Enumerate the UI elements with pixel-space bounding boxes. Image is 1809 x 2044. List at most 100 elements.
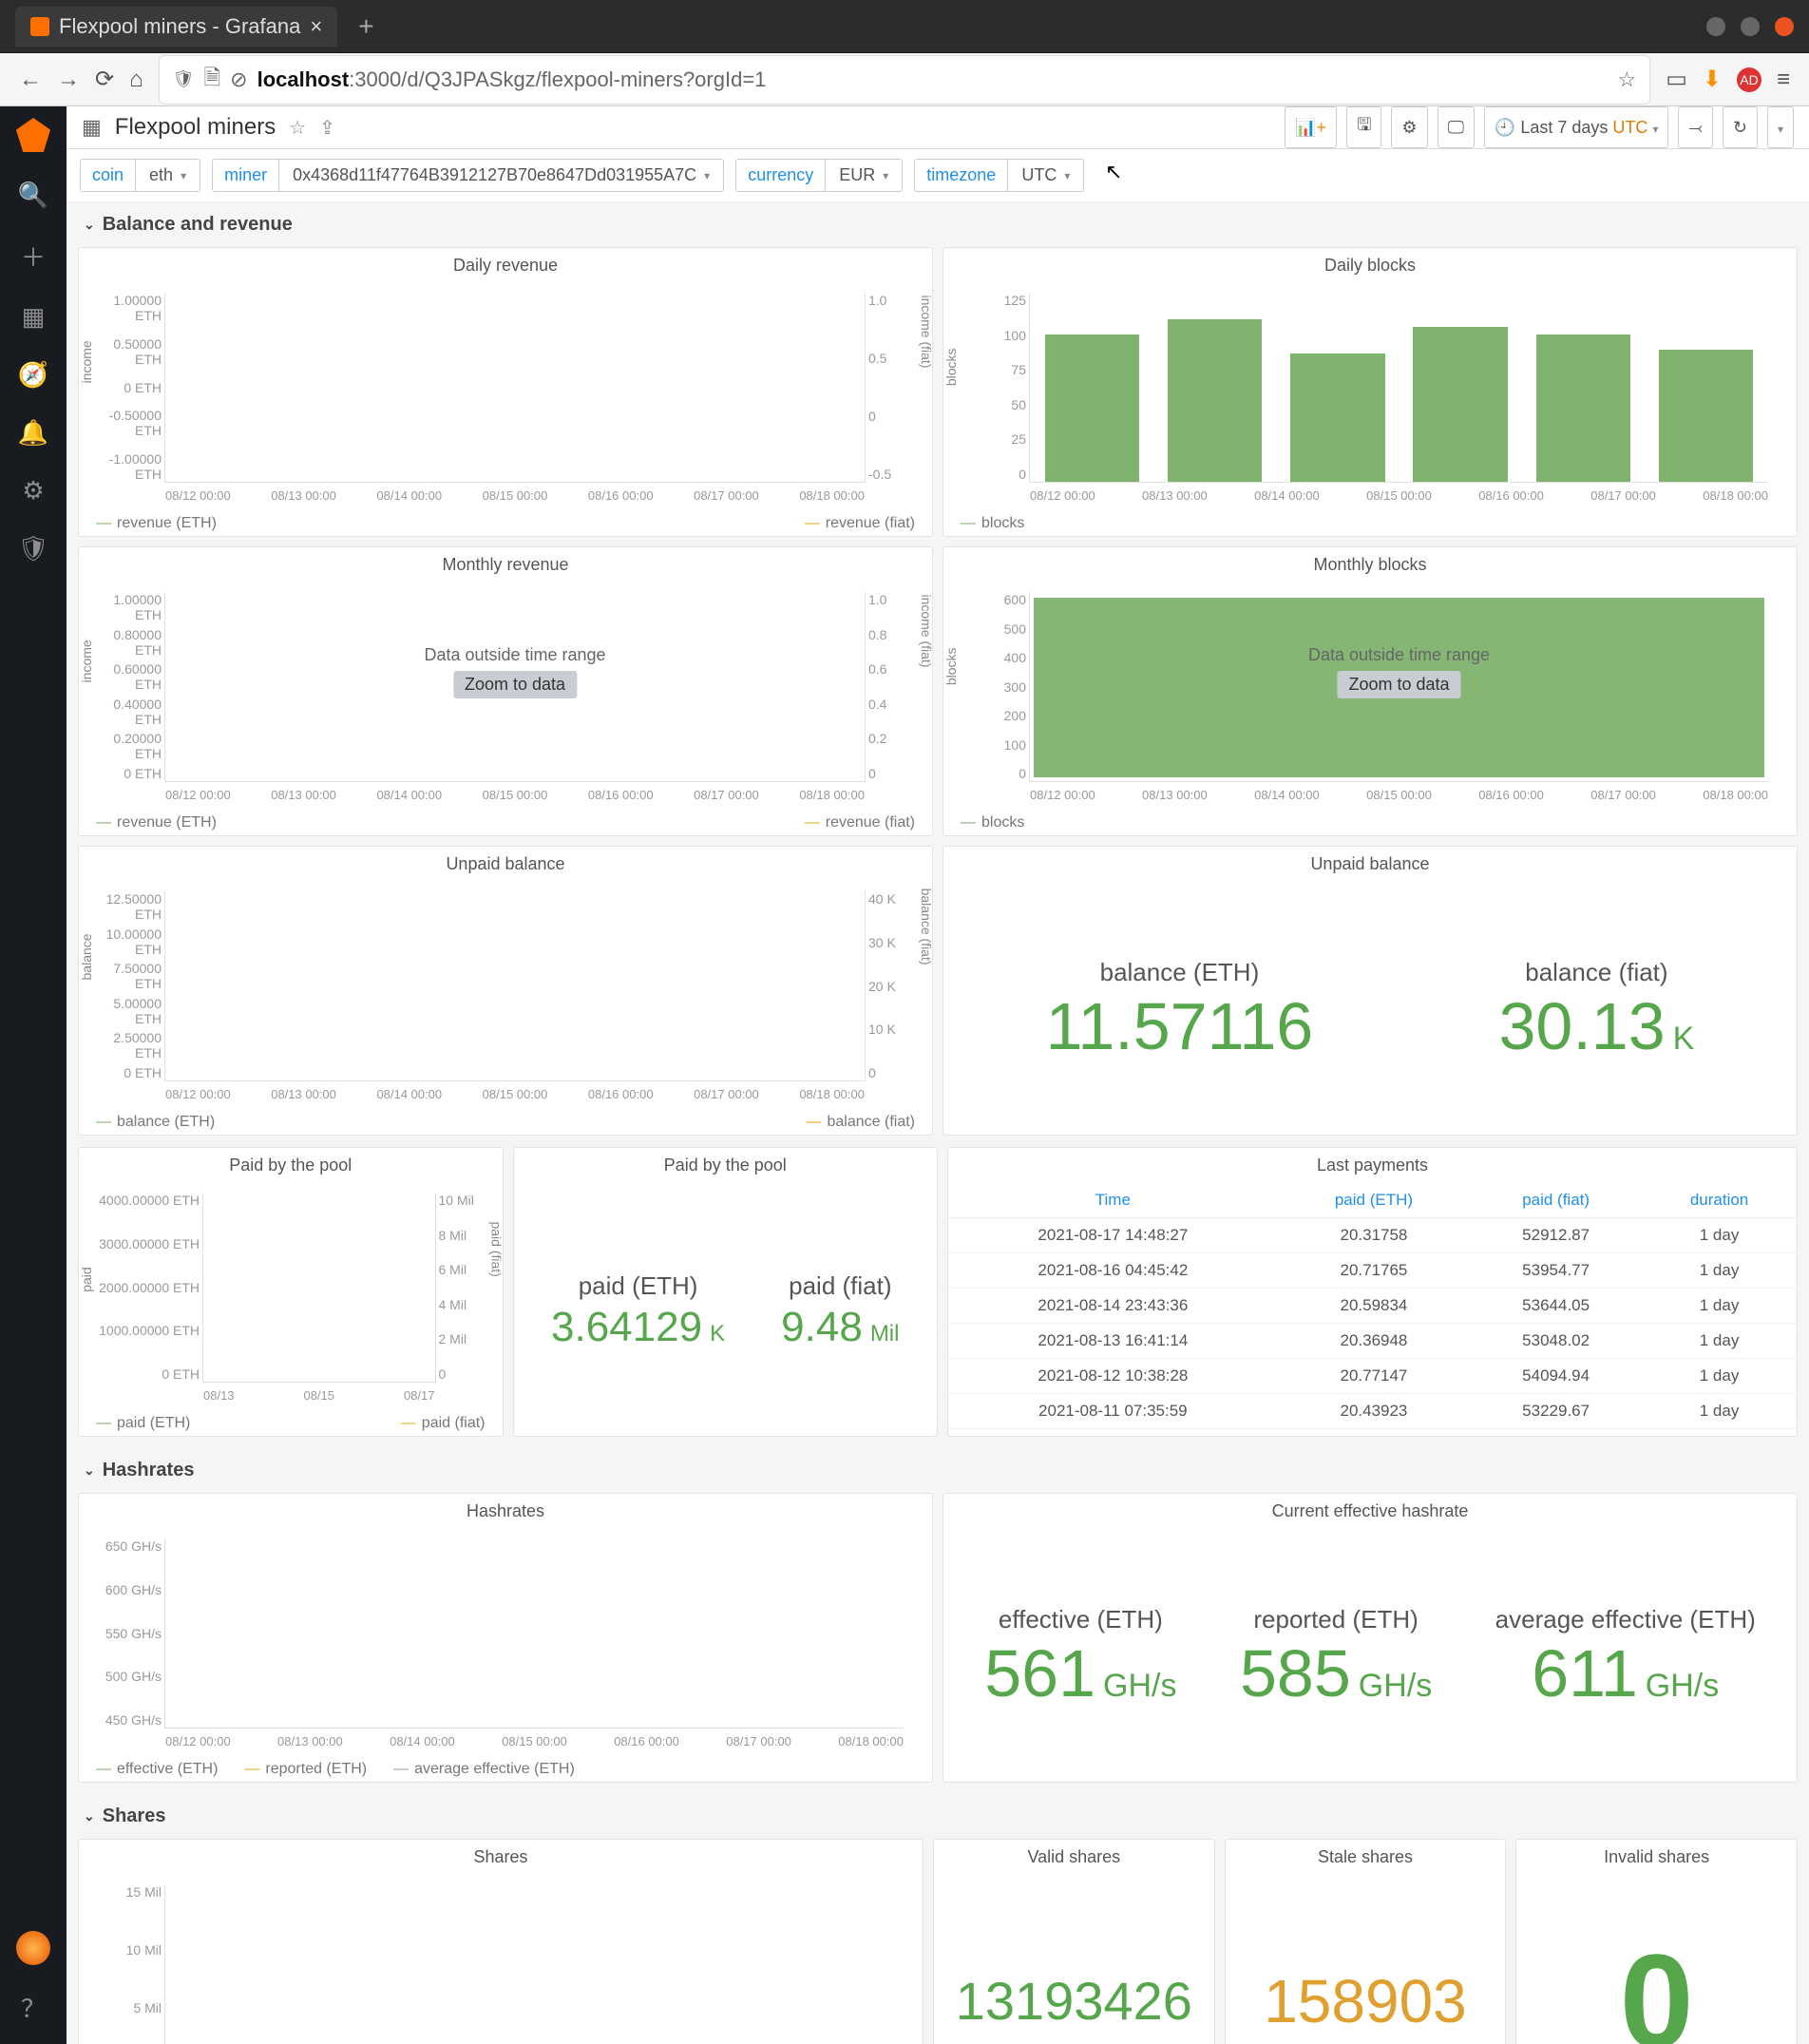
table-row[interactable]: 2021-08-17 14:48:2720.3175852912.871 day — [948, 1218, 1797, 1253]
stat-average: 611 — [1532, 1636, 1638, 1710]
help-icon[interactable]: ？ — [21, 1990, 46, 2025]
stat-paid-fiat: 9.48 — [781, 1304, 863, 1350]
server-admin-icon[interactable]: 🛡 — [17, 534, 48, 564]
connection-icon: ⊘ — [230, 67, 247, 92]
var-timezone[interactable]: timezoneUTC▾ — [914, 159, 1084, 192]
refresh-interval-picker[interactable]: ▾ — [1767, 106, 1794, 148]
close-tab-icon[interactable]: × — [310, 14, 322, 39]
table-row[interactable]: 2021-08-14 23:43:3620.5983453644.051 day — [948, 1289, 1797, 1324]
panel-title: Invalid shares — [1516, 1840, 1797, 1875]
var-currency[interactable]: currencyEUR▾ — [735, 159, 903, 192]
back-icon[interactable]: ← — [19, 67, 42, 93]
browser-tab[interactable]: Flexpool miners - Grafana × — [15, 7, 337, 47]
panel-unpaid-balance-chart[interactable]: Unpaid balance balance balance (fiat) 12… — [78, 846, 933, 1136]
menu-icon[interactable]: ≡ — [1777, 67, 1790, 93]
tv-mode-button[interactable]: 🖵 — [1438, 106, 1475, 148]
panel-invalid-shares[interactable]: Invalid shares 0 — [1515, 1839, 1798, 2044]
reload-icon[interactable]: ⟳ — [95, 66, 114, 93]
table-row[interactable]: 2021-08-12 10:38:2820.7714754094.941 day — [948, 1359, 1797, 1394]
panel-last-payments[interactable]: Last payments Timepaid (ETH)paid (fiat)d… — [947, 1147, 1798, 1437]
configuration-icon[interactable]: ⚙ — [22, 476, 44, 506]
panel-monthly-revenue[interactable]: Monthly revenue income income (fiat) 1.0… — [78, 546, 933, 836]
star-dashboard-icon[interactable]: ☆ — [289, 116, 306, 140]
adblock-icon[interactable]: AD — [1737, 67, 1761, 92]
var-miner[interactable]: miner0x4368d11f47764B3912127B70e8647Dd03… — [212, 159, 724, 192]
table-header[interactable]: duration — [1642, 1183, 1797, 1218]
url-host: localhost — [257, 67, 350, 91]
panel-paid-chart[interactable]: Paid by the pool paid paid (fiat) 4000.0… — [78, 1147, 504, 1437]
panel-title: Unpaid balance — [79, 847, 932, 882]
home-icon[interactable]: ⌂ — [129, 67, 143, 93]
create-icon[interactable]: ＋ — [21, 239, 46, 274]
grafana-sidebar: 🔍 ＋ ▦ 🧭 🔔 ⚙ 🛡 ？ — [0, 106, 67, 2044]
chevron-down-icon: ⌄ — [84, 1462, 95, 1479]
bookmark-star-icon[interactable]: ☆ — [1617, 67, 1636, 92]
payments-table: Timepaid (ETH)paid (fiat)duration 2021-0… — [948, 1183, 1797, 1429]
dashboards-icon[interactable]: ▦ — [22, 302, 46, 332]
panel-title: Unpaid balance — [943, 847, 1797, 882]
table-header[interactable]: paid (fiat) — [1470, 1183, 1642, 1218]
panel-title: Last payments — [948, 1148, 1797, 1183]
window-minimize[interactable] — [1706, 17, 1725, 36]
panel-stale-shares[interactable]: Stale shares 158903 — [1225, 1839, 1507, 2044]
stat-balance-fiat: 30.13 — [1499, 989, 1666, 1063]
panel-unpaid-balance-stat[interactable]: Unpaid balance balance (ETH)11.57116 bal… — [943, 846, 1798, 1136]
panel-valid-shares[interactable]: Valid shares 13193426 — [933, 1839, 1215, 2044]
panel-title: Monthly revenue — [79, 547, 932, 583]
chevron-down-icon: ⌄ — [84, 1808, 95, 1824]
search-icon[interactable]: 🔍 — [18, 181, 48, 210]
url-path: :3000/d/Q3JPASkgz/flexpool-miners?orgId=… — [349, 67, 766, 91]
panel-shares-chart[interactable]: Shares 15 Mil10 Mil5 Mil0 08/12 00:0008/… — [78, 1839, 924, 2044]
explore-icon[interactable]: 🧭 — [18, 360, 48, 390]
time-range-picker[interactable]: 🕘 Last 7 days UTC ▾ — [1484, 106, 1669, 148]
bars — [1030, 293, 1768, 482]
stat-paid-eth: 3.64129 — [551, 1304, 702, 1350]
table-row[interactable]: 2021-08-13 16:41:1420.3694853048.021 day — [948, 1324, 1797, 1359]
window-maximize[interactable] — [1741, 17, 1760, 36]
alerting-icon[interactable]: 🔔 — [18, 418, 48, 448]
panel-paid-stat[interactable]: Paid by the pool paid (ETH)3.64129K paid… — [513, 1147, 939, 1437]
forward-icon[interactable]: → — [57, 67, 80, 93]
stat-effective: 561 — [984, 1636, 1095, 1710]
new-tab-button[interactable]: + — [349, 11, 383, 42]
page-info-icon[interactable]: 🗎 — [203, 62, 220, 98]
dashboard-title[interactable]: Flexpool miners — [115, 114, 276, 141]
zoom-to-data-button[interactable]: Zoom to data — [453, 671, 577, 698]
download-icon[interactable]: ⬇ — [1703, 66, 1722, 93]
stat-balance-eth: 11.57116 — [1046, 993, 1314, 1060]
grafana-logo-icon[interactable] — [16, 118, 50, 152]
panel-hashrates-stat[interactable]: Current effective hashrate effective (ET… — [943, 1493, 1798, 1783]
reader-icon[interactable]: ▭ — [1666, 66, 1687, 93]
share-dashboard-icon[interactable]: ⇪ — [319, 116, 335, 140]
window-close[interactable] — [1775, 17, 1794, 36]
row-balance-revenue[interactable]: ⌄Balance and revenue — [67, 202, 1809, 247]
zoom-to-data-button[interactable]: Zoom to data — [1337, 671, 1460, 698]
panel-title: Paid by the pool — [514, 1148, 938, 1183]
panel-title: Daily revenue — [79, 248, 932, 283]
row-shares[interactable]: ⌄Shares — [67, 1794, 1809, 1839]
panel-title: Current effective hashrate — [943, 1494, 1797, 1529]
table-header[interactable]: Time — [948, 1183, 1278, 1218]
panel-title: Shares — [79, 1840, 923, 1875]
row-hashrates[interactable]: ⌄Hashrates — [67, 1448, 1809, 1493]
panel-title: Daily blocks — [943, 248, 1797, 283]
grafana-favicon — [30, 17, 49, 36]
table-row[interactable]: 2021-08-11 07:35:5920.4392353229.671 day — [948, 1394, 1797, 1429]
save-dashboard-button[interactable]: 🖫 — [1346, 106, 1381, 148]
table-header[interactable]: paid (ETH) — [1278, 1183, 1470, 1218]
stat-valid-shares: 13193426 — [956, 1975, 1192, 2028]
refresh-button[interactable]: ↻ — [1723, 106, 1758, 148]
table-row[interactable]: 2021-08-16 04:45:4220.7176553954.771 day — [948, 1253, 1797, 1289]
zoom-out-button[interactable]: ⤙ — [1678, 106, 1712, 148]
var-coin[interactable]: coineth▾ — [80, 159, 200, 192]
panel-daily-revenue[interactable]: Daily revenue income income (fiat) 1.000… — [78, 247, 933, 537]
panel-hashrates-chart[interactable]: Hashrates 650 GH/s600 GH/s550 GH/s500 GH… — [78, 1493, 933, 1783]
panel-monthly-blocks[interactable]: Monthly blocks blocks 600500400300200100… — [943, 546, 1798, 836]
dashboard-settings-button[interactable]: ⚙ — [1391, 106, 1427, 148]
user-avatar[interactable] — [16, 1931, 50, 1965]
panel-grid-icon[interactable]: ▦ — [82, 115, 102, 140]
address-bar[interactable]: 🛡 🗎 ⊘ localhost:3000/d/Q3JPASkgz/flexpoo… — [159, 55, 1651, 105]
panel-daily-blocks[interactable]: Daily blocks blocks 1251007550250 08/12 … — [943, 247, 1798, 537]
add-panel-button[interactable]: 📊+ — [1285, 106, 1337, 148]
stat-stale-shares: 158903 — [1264, 1971, 1467, 2032]
